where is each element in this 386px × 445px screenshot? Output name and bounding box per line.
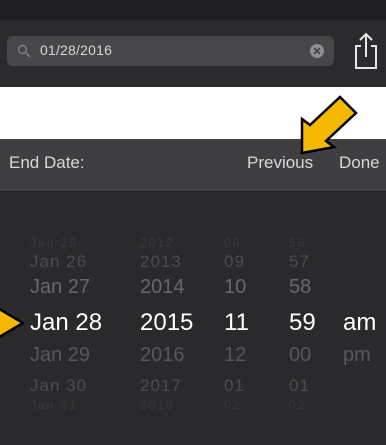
picker-hour[interactable]: 12 <box>224 344 246 367</box>
picker-year[interactable]: 2013 <box>140 252 182 272</box>
date-time-picker[interactable]: Jan 25 2012 08 56 Jan 26 2013 09 57 Jan … <box>0 192 386 445</box>
picker-row-selected[interactable]: Jan 28 2015 11 59 am <box>0 309 386 339</box>
picker-minute[interactable]: 57 <box>289 252 310 272</box>
search-field[interactable]: 01/28/2016 <box>7 36 334 66</box>
toolbar-title: End Date: <box>9 153 85 172</box>
picker-date[interactable]: Jan 28 <box>30 309 102 337</box>
picker-hour[interactable]: 08 <box>224 236 241 250</box>
search-icon <box>17 44 31 58</box>
picker-ampm[interactable]: am <box>343 309 376 337</box>
picker-date[interactable]: Jan 30 <box>30 376 87 396</box>
picker-hour[interactable]: 11 <box>224 309 249 337</box>
picker-minute[interactable]: 00 <box>289 344 311 367</box>
picker-minute[interactable]: 59 <box>289 309 316 337</box>
picker-ampm[interactable]: pm <box>343 344 371 367</box>
picker-hour[interactable]: 01 <box>224 376 245 396</box>
picker-date[interactable]: Jan 29 <box>30 344 90 367</box>
picker-year[interactable]: 2012 <box>140 236 175 250</box>
status-strip <box>0 0 386 20</box>
picker-date[interactable]: Jan 25 <box>30 236 78 250</box>
picker-year[interactable]: 2016 <box>140 344 185 367</box>
picker-minute[interactable]: 56 <box>289 236 306 250</box>
picker-row[interactable]: Jan 29 2016 12 00 pm <box>0 344 386 374</box>
picker-year[interactable]: 2017 <box>140 376 182 396</box>
clear-icon[interactable] <box>310 44 324 58</box>
picker-minute[interactable]: 58 <box>289 276 311 299</box>
picker-hour[interactable]: 10 <box>224 276 246 299</box>
picker-hour[interactable]: 09 <box>224 252 245 272</box>
share-icon[interactable] <box>351 30 381 72</box>
picker-row[interactable]: Jan 31 2018 02 02 <box>0 398 386 428</box>
picker-date[interactable]: Jan 26 <box>30 252 87 272</box>
picker-minute[interactable]: 02 <box>289 398 306 412</box>
picker-date[interactable]: Jan 31 <box>30 398 78 412</box>
picker-year[interactable]: 2018 <box>140 398 175 412</box>
picker-year[interactable]: 2014 <box>140 276 185 299</box>
picker-date[interactable]: Jan 27 <box>30 276 90 299</box>
picker-hour[interactable]: 02 <box>224 398 241 412</box>
top-bar: 01/28/2016 <box>0 0 386 87</box>
picker-year[interactable]: 2015 <box>140 309 193 337</box>
picker-row[interactable]: Jan 27 2014 10 58 <box>0 276 386 306</box>
picker-minute[interactable]: 01 <box>289 376 310 396</box>
arrow-pointer-icon <box>300 95 358 155</box>
search-value[interactable]: 01/28/2016 <box>40 42 112 58</box>
arrow-pointer-icon <box>0 307 24 339</box>
